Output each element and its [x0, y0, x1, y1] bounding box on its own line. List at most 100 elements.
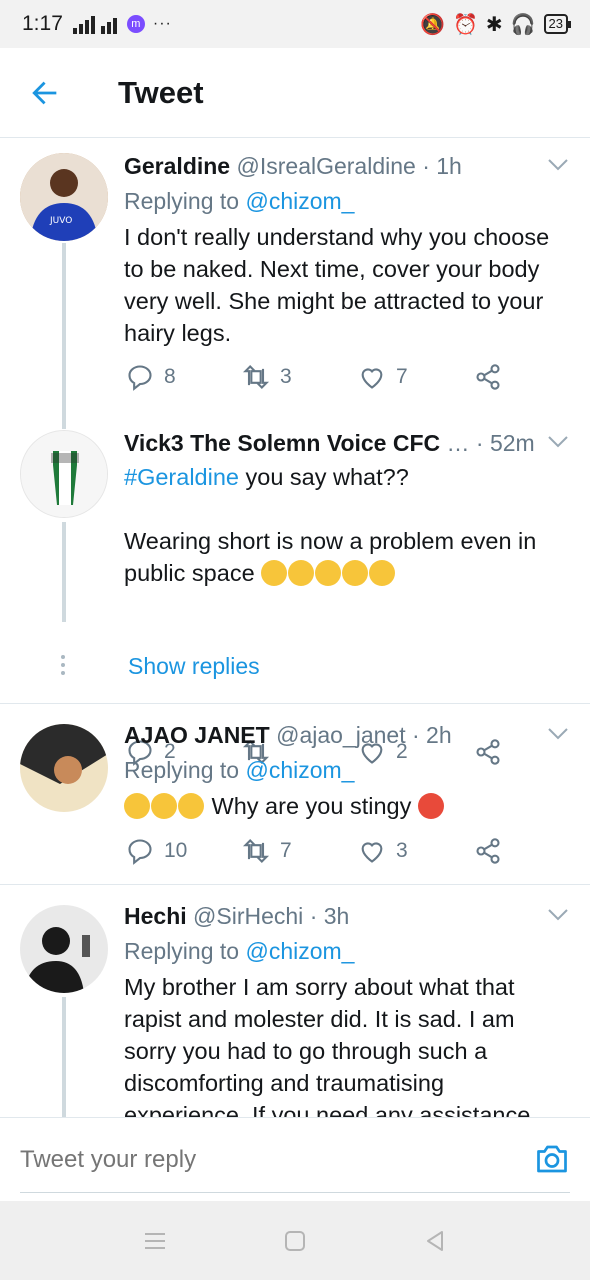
- like-count: 7: [396, 365, 408, 388]
- retweet-button[interactable]: 7: [242, 837, 292, 865]
- like-button[interactable]: 3: [358, 837, 408, 865]
- timestamp: · 3h: [309, 903, 350, 929]
- status-bar: 1:17 m ··· 🔕 ⏰ ✱ 🎧 23: [0, 0, 590, 48]
- thread-line: [62, 997, 66, 1117]
- headphones-icon: 🎧: [510, 13, 536, 36]
- thread-line: [62, 522, 66, 622]
- thread-collapse-dots: [61, 655, 67, 679]
- system-nav-bar: [0, 1201, 590, 1280]
- mention-link[interactable]: @chizom_: [245, 938, 354, 964]
- author-name[interactable]: Hechi: [124, 903, 187, 929]
- tweet-geraldine[interactable]: JUVO Geraldine @IsrealGeraldine · 1h Rep…: [0, 139, 590, 429]
- reply-prefix: Replying to: [124, 188, 240, 214]
- tweet-ajao-janet[interactable]: AJAO JANET @ajao_janet · 2h Replying to …: [0, 704, 590, 884]
- show-replies-link[interactable]: Show replies: [128, 653, 260, 680]
- chevron-down-icon[interactable]: [548, 909, 568, 921]
- author-handle: @ajao_janet: [276, 722, 406, 748]
- tweet-meta: Geraldine @IsrealGeraldine · 1h: [124, 153, 570, 180]
- reply-feed[interactable]: JUVO Geraldine @IsrealGeraldine · 1h Rep…: [0, 139, 590, 1117]
- replying-to: Replying to @chizom_: [124, 938, 570, 965]
- retweet-icon: [242, 839, 270, 863]
- heart-icon: [361, 368, 383, 389]
- thinking-emoji-icon: [288, 560, 315, 586]
- rofl-emoji-icon: [151, 793, 177, 819]
- tweet-text: #Geraldine you say what??: [124, 461, 570, 493]
- author-handle: @IsrealGeraldine: [236, 153, 416, 179]
- back-arrow-icon[interactable]: [28, 76, 62, 110]
- angry-emoji-icon: [417, 793, 444, 819]
- timestamp: · 1h: [422, 153, 462, 179]
- reply-count: 8: [164, 365, 176, 388]
- battery-icon: 23: [543, 14, 572, 34]
- more-notifications-icon: ···: [152, 15, 172, 32]
- alarm-icon: ⏰: [452, 13, 478, 36]
- reply-prefix: Replying to: [124, 757, 240, 783]
- status-time: 1:17: [22, 12, 63, 35]
- chevron-down-icon[interactable]: [548, 159, 568, 171]
- tweet-actions: 10 7 3: [124, 837, 524, 869]
- svg-text:JUVO: JUVO: [49, 216, 72, 226]
- laughing-emoji-icon: [178, 793, 204, 819]
- reply-button[interactable]: 10: [126, 837, 187, 865]
- tweet-text: I don't really understand why you choose…: [124, 224, 556, 346]
- hashtag-link[interactable]: #Geraldine: [124, 464, 239, 490]
- share-icon: [476, 838, 500, 864]
- tweet-meta: Vick3 The Solemn Voice CFC … · 52m: [124, 430, 570, 457]
- thread-line: [62, 243, 66, 429]
- reply-composer: [0, 1117, 590, 1201]
- replying-to: Replying to @chizom_: [124, 757, 570, 784]
- timestamp: · 2h: [411, 722, 452, 748]
- retweet-count: 7: [280, 839, 292, 862]
- author-name[interactable]: AJAO JANET: [124, 722, 270, 748]
- tweet-text: Why are you stingy: [124, 790, 570, 822]
- tweet-actions: 8 3 7: [124, 363, 524, 395]
- replying-to: Replying to @chizom_: [124, 188, 570, 215]
- reply-icon: [128, 365, 152, 391]
- avatar[interactable]: [20, 430, 108, 518]
- signal-icon: [72, 14, 117, 34]
- bluetooth-icon: ✱: [485, 13, 503, 36]
- reply-icon: [128, 839, 152, 865]
- camera-icon[interactable]: [534, 1142, 570, 1176]
- mute-icon: 🔕: [420, 13, 445, 36]
- avatar[interactable]: JUVO: [20, 153, 108, 241]
- messenger-icon: m: [126, 15, 145, 33]
- back-icon[interactable]: [422, 1228, 448, 1254]
- reply-count: 10: [164, 839, 188, 862]
- home-icon[interactable]: [282, 1228, 308, 1254]
- tweet-vick3[interactable]: Vick3 The Solemn Voice CFC … · 52m #Gera…: [0, 414, 590, 766]
- retweet-icon: [242, 365, 270, 389]
- tweet-text: My brother I am sorry about what that ra…: [124, 974, 531, 1117]
- laughing-emoji-icon: [124, 793, 150, 819]
- author-handle: @SirHechi: [193, 903, 304, 929]
- like-button[interactable]: 7: [358, 363, 408, 391]
- tweet-text: Wearing short is now a problem even in p…: [124, 525, 570, 589]
- share-button[interactable]: [474, 837, 502, 865]
- tweet-text-part: Why are you stingy: [211, 793, 412, 819]
- tweet-meta: AJAO JANET @ajao_janet · 2h: [124, 722, 570, 749]
- author-name[interactable]: Vick3 The Solemn Voice CFC: [124, 430, 440, 456]
- share-button[interactable]: [474, 363, 502, 391]
- retweet-count: 3: [280, 365, 292, 388]
- menu-icon[interactable]: [142, 1228, 168, 1254]
- tweet-hechi[interactable]: Hechi @SirHechi · 3h Replying to @chizom…: [0, 885, 590, 1117]
- avatar[interactable]: [20, 905, 108, 993]
- avatar[interactable]: [20, 724, 108, 812]
- reply-input[interactable]: [20, 1146, 440, 1174]
- author-name[interactable]: Geraldine: [124, 153, 230, 179]
- like-count: 3: [396, 839, 408, 862]
- chevron-down-icon[interactable]: [548, 436, 568, 448]
- reply-prefix: Replying to: [124, 938, 240, 964]
- retweet-button[interactable]: 3: [242, 363, 292, 391]
- mention-link[interactable]: @chizom_: [245, 188, 354, 214]
- tweet-meta: Hechi @SirHechi · 3h: [124, 903, 570, 930]
- page-title: Tweet: [118, 75, 204, 110]
- timestamp: · 52m: [475, 430, 535, 456]
- top-app-bar: Tweet: [0, 48, 590, 138]
- heart-icon: [361, 842, 383, 863]
- mention-link[interactable]: @chizom_: [245, 757, 354, 783]
- reply-button[interactable]: 8: [126, 363, 176, 391]
- chevron-down-icon[interactable]: [548, 728, 568, 740]
- input-underline: [20, 1192, 570, 1193]
- thinking-emoji-icon: [342, 560, 369, 586]
